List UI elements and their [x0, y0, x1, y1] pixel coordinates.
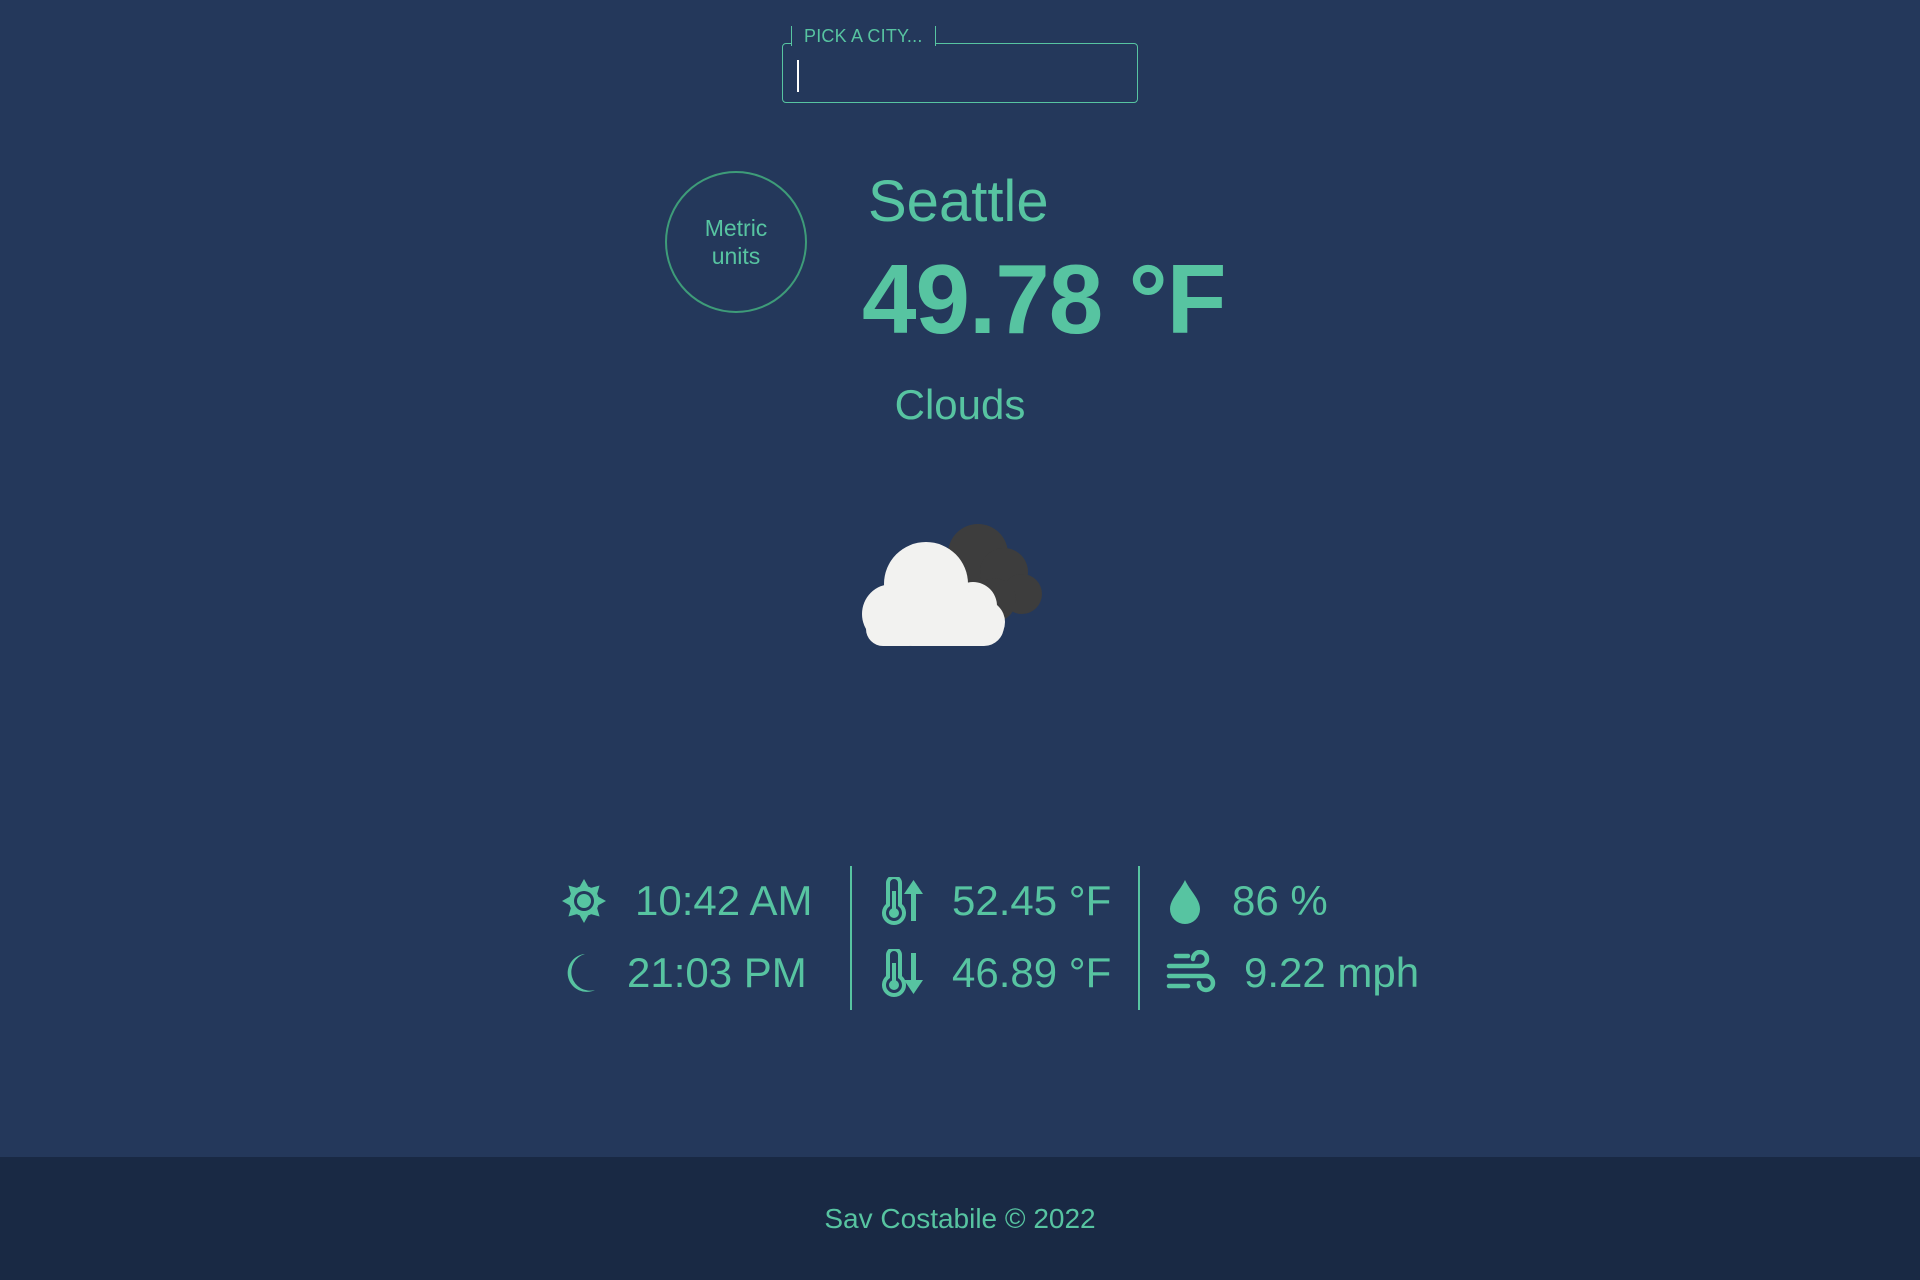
stats-divider-2 — [1138, 866, 1140, 1010]
sunset-stat: 21:03 PM — [561, 948, 807, 998]
thermometer-down-icon — [882, 949, 923, 997]
footer: Sav Costabile © 2022 — [0, 1157, 1920, 1280]
cloud-icon — [862, 524, 1042, 646]
weather-app: PICK A CITY... Metric units Seattle 49.7… — [0, 0, 1920, 1280]
temp-max-value: 52.45 °F — [952, 877, 1112, 924]
current-temperature: 49.78 °F — [862, 244, 1227, 354]
humidity-stat: 86 % — [1166, 876, 1328, 926]
wind-stat: 9.22 mph — [1166, 948, 1419, 998]
thermometer-up-icon — [882, 877, 923, 925]
sunrise-stat: 10:42 AM — [561, 876, 812, 926]
moon-icon — [567, 954, 595, 992]
wind-value: 9.22 mph — [1244, 949, 1420, 996]
droplet-icon — [1170, 880, 1200, 924]
sunrise-time: 10:42 AM — [635, 877, 813, 924]
sunset-time: 21:03 PM — [627, 949, 807, 996]
temp-max-stat: 52.45 °F — [878, 876, 1111, 926]
unit-toggle-label-line2: units — [711, 243, 761, 269]
unit-toggle-label-line1: Metric — [704, 215, 768, 241]
temp-min-stat: 46.89 °F — [878, 948, 1111, 998]
footer-copyright: Sav Costabile © 2022 — [824, 1202, 1096, 1234]
city-search-field[interactable]: PICK A CITY... — [782, 26, 1138, 103]
city-search-label: PICK A CITY... — [791, 26, 936, 46]
stats-divider-1 — [850, 866, 852, 1010]
text-caret — [797, 60, 799, 92]
city-name: Seattle — [868, 169, 1049, 234]
wind-icon — [1166, 950, 1216, 993]
weather-condition: Clouds — [894, 381, 1026, 428]
city-search-input[interactable] — [793, 54, 1127, 92]
metric-units-toggle[interactable]: Metric units — [665, 171, 807, 313]
humidity-value: 86 % — [1232, 877, 1328, 924]
sun-icon — [562, 879, 606, 923]
temp-min-value: 46.89 °F — [952, 949, 1112, 996]
